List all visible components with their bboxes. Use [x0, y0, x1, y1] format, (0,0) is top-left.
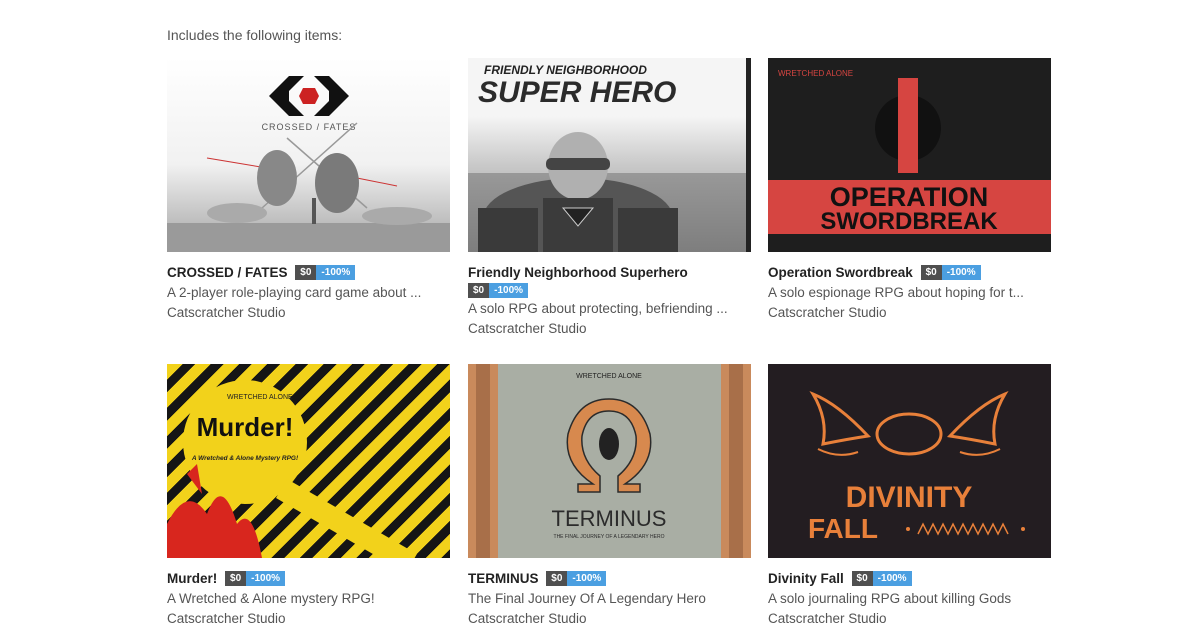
item-card-friendly-neighborhood-superhero: FRIENDLY NEIGHBORHOOD SUPER HERO Friendl…	[468, 58, 751, 338]
publisher-logo: WRETCHED ALONE	[576, 373, 642, 380]
price-badges: $0 -100%	[225, 570, 286, 586]
cover-title: Murder!	[197, 412, 294, 442]
item-title[interactable]: Friendly Neighborhood Superhero	[468, 265, 688, 280]
discount-badge: -100%	[316, 264, 356, 280]
price-badge: $0	[468, 282, 490, 298]
discount-badge: -100%	[246, 570, 286, 586]
item-description: A solo RPG about protecting, befriending…	[468, 300, 728, 316]
item-author[interactable]: Catscratcher Studio	[167, 609, 450, 628]
cover-title-main: SUPER HERO	[478, 76, 676, 109]
cover-terminus[interactable]: WRETCHED ALONE TERMINUS THE FINAL JOURNE…	[468, 364, 751, 558]
item-card-terminus: WRETCHED ALONE TERMINUS THE FINAL JOURNE…	[468, 364, 751, 628]
item-description: A 2-player role-playing card game about …	[167, 284, 422, 300]
item-author[interactable]: Catscratcher Studio	[468, 319, 751, 338]
price-badge: $0	[920, 264, 942, 280]
item-author[interactable]: Catscratcher Studio	[768, 303, 1051, 322]
cover-art-terminus: WRETCHED ALONE TERMINUS THE FINAL JOURNE…	[468, 364, 751, 558]
publisher-logo: WRETCHED ALONE	[227, 394, 293, 401]
cover-art-crossed-fates: CROSSED / FATES	[167, 76, 450, 252]
item-description: The Final Journey Of A Legendary Hero	[468, 590, 706, 606]
cover-operation-swordbreak[interactable]: WRETCHED ALONE OPERATION SWORDBREAK	[768, 58, 1051, 252]
price-badges: $0 -100%	[920, 264, 981, 280]
cover-subtitle: A Wretched & Alone Mystery RPG!	[191, 455, 299, 462]
price-badge: $0	[851, 570, 873, 586]
cover-title: CROSSED / FATES	[262, 122, 357, 132]
item-title[interactable]: CROSSED / FATES	[167, 265, 288, 280]
item-card-operation-swordbreak: WRETCHED ALONE OPERATION SWORDBREAK Oper…	[768, 58, 1051, 322]
cover-art-superhero: FRIENDLY NEIGHBORHOOD SUPER HERO	[468, 58, 751, 252]
item-description: A solo espionage RPG about hoping for t.…	[768, 284, 1024, 300]
cover-friendly-neighborhood-superhero[interactable]: FRIENDLY NEIGHBORHOOD SUPER HERO	[468, 58, 751, 252]
cover-title: TERMINUS	[552, 506, 667, 531]
item-card-crossed-fates: CROSSED / FATES CROSSED / FATES $0 -100%	[167, 58, 450, 322]
price-badges: $0 -100%	[546, 570, 607, 586]
item-title[interactable]: Murder!	[167, 571, 217, 586]
price-badges: $0 -100%	[851, 570, 912, 586]
price-badge: $0	[295, 264, 317, 280]
price-badges: $0 -100%	[295, 264, 356, 280]
items-intro-text: Includes the following items:	[167, 27, 343, 43]
item-author[interactable]: Catscratcher Studio	[167, 303, 450, 322]
cover-art-divinity-fall: DIVINITY FALL	[808, 390, 1025, 544]
item-description: A solo journaling RPG about killing Gods	[768, 590, 1012, 606]
price-badge: $0	[225, 570, 247, 586]
publisher-logo: WRETCHED ALONE	[778, 69, 853, 78]
item-title[interactable]: Divinity Fall	[768, 571, 844, 586]
cover-subtitle: THE FINAL JOURNEY OF A LEGENDARY HERO	[554, 534, 665, 540]
cover-title-top: FRIENDLY NEIGHBORHOOD	[484, 63, 647, 77]
cover-title-line2: FALL	[808, 513, 878, 544]
cover-art-murder: WRETCHED ALONE Murder! A Wretched & Alon…	[167, 380, 417, 558]
item-card-murder: WRETCHED ALONE Murder! A Wretched & Alon…	[167, 364, 450, 628]
item-title[interactable]: Operation Swordbreak	[768, 265, 913, 280]
cover-divinity-fall[interactable]: DIVINITY FALL	[768, 364, 1051, 558]
cover-murder[interactable]: WRETCHED ALONE Murder! A Wretched & Alon…	[167, 364, 450, 558]
discount-badge: -100%	[941, 264, 981, 280]
cover-title-line2: SWORDBREAK	[820, 208, 998, 235]
item-card-divinity-fall: DIVINITY FALL Divinity Fall $0 -100% A s…	[768, 364, 1051, 628]
cover-crossed-fates[interactable]: CROSSED / FATES	[167, 58, 450, 252]
price-badge: $0	[546, 570, 568, 586]
price-badges: $0 -100%	[468, 282, 529, 298]
item-title[interactable]: TERMINUS	[468, 571, 539, 586]
discount-badge: -100%	[872, 570, 912, 586]
cover-title-line1: DIVINITY	[846, 481, 973, 514]
item-description: A Wretched & Alone mystery RPG!	[167, 590, 375, 606]
cover-art-swordbreak: WRETCHED ALONE OPERATION SWORDBREAK	[768, 69, 1051, 235]
item-author[interactable]: Catscratcher Studio	[468, 609, 751, 628]
discount-badge: -100%	[567, 570, 607, 586]
discount-badge: -100%	[489, 282, 529, 298]
item-author[interactable]: Catscratcher Studio	[768, 609, 1051, 628]
